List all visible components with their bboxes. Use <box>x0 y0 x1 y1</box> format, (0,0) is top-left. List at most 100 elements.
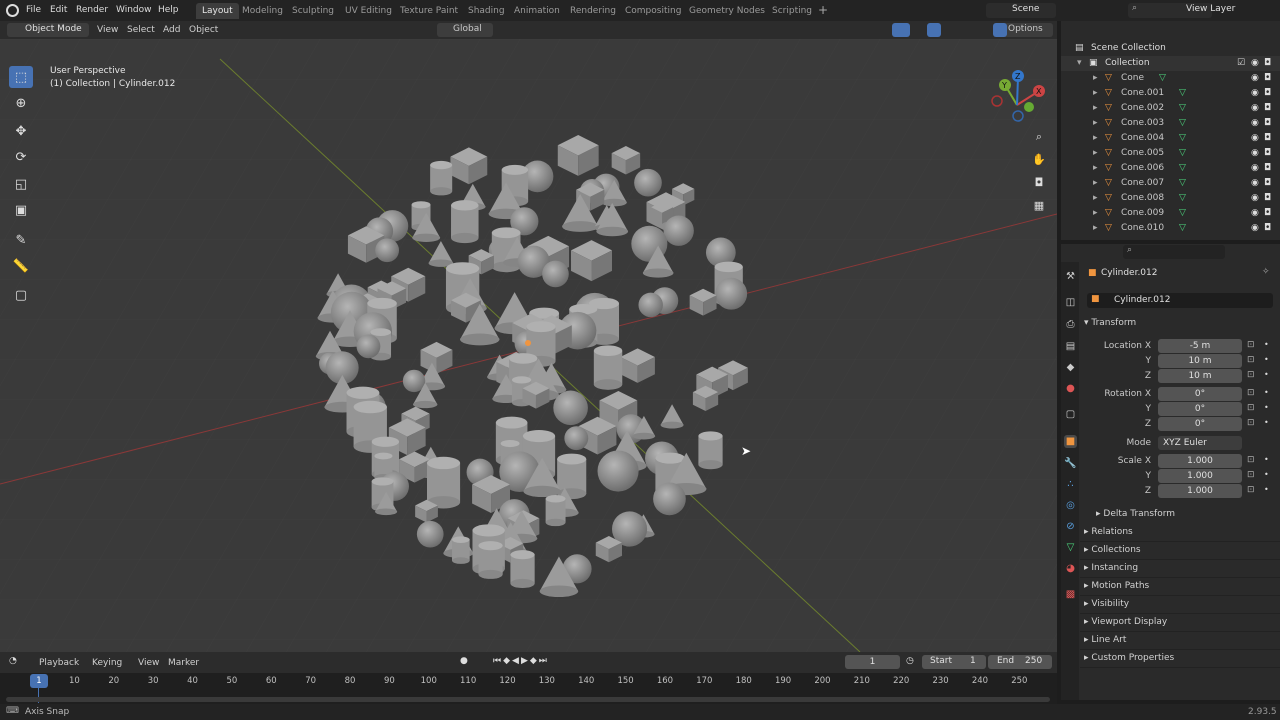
cylinder-mesh[interactable] <box>545 495 566 527</box>
menu-object[interactable]: Object <box>184 23 223 37</box>
menu-select[interactable]: Select <box>122 23 160 37</box>
physics-tab-icon[interactable]: ◎ <box>1064 499 1077 512</box>
data-tab-icon[interactable]: ▽ <box>1064 541 1077 554</box>
tool-tab-icon[interactable]: ⚒ <box>1064 270 1077 283</box>
blender-logo-icon[interactable] <box>6 4 19 17</box>
visibility-eye-icon[interactable]: ◉ <box>1251 71 1259 86</box>
transform-section-header[interactable]: ▾ Transform <box>1084 318 1136 328</box>
outliner-item[interactable]: ▸ ▽ Cone.003 ▽ ◉ ◘ <box>1061 116 1280 131</box>
particles-tab-icon[interactable]: ∴ <box>1064 478 1077 491</box>
sphere-mesh[interactable] <box>653 482 686 516</box>
camera-icon[interactable]: ◘ <box>1264 206 1271 221</box>
visibility-eye-icon[interactable]: ◉ <box>1251 161 1259 176</box>
property-section-header[interactable]: ▸ Viewport Display <box>1084 617 1167 627</box>
expand-chevron-icon[interactable]: ▸ <box>1093 206 1098 221</box>
visibility-eye-icon[interactable]: ◉ <box>1251 116 1259 131</box>
start-frame-field[interactable]: Start 1 <box>922 655 986 669</box>
scene-tab-icon[interactable]: ◆ <box>1064 361 1077 374</box>
camera-icon[interactable]: ◘ <box>1264 116 1271 131</box>
expand-chevron-icon[interactable]: ▸ <box>1093 116 1098 131</box>
cursor-tool-icon[interactable]: ⊕ <box>9 92 33 114</box>
rotation-mode-dropdown[interactable]: XYZ Euler <box>1158 436 1242 450</box>
collection-tab-icon[interactable]: ▢ <box>1064 408 1077 421</box>
add-workspace-icon[interactable]: + <box>818 3 828 17</box>
select-box-tool-icon[interactable]: ⬚ <box>9 66 33 88</box>
menu-timeline-view[interactable]: View <box>133 656 164 670</box>
menu-file[interactable]: File <box>21 3 46 18</box>
scale-x-field[interactable]: 1.000 <box>1158 454 1242 468</box>
object-name-field[interactable]: ■ Cylinder.012 <box>1087 293 1273 308</box>
sphere-mesh[interactable] <box>663 215 694 246</box>
cylinder-mesh[interactable] <box>430 160 453 196</box>
visibility-eye-icon[interactable]: ◉ <box>1251 146 1259 161</box>
property-section-header[interactable]: ▸ Visibility <box>1084 599 1129 609</box>
expand-chevron-icon[interactable]: ▸ <box>1093 131 1098 146</box>
keyframe-dot-icon[interactable]: • <box>1264 403 1269 412</box>
tab-sculpting[interactable]: Sculpting <box>286 3 340 19</box>
constraints-tab-icon[interactable]: ⊘ <box>1064 520 1077 533</box>
expand-chevron-icon[interactable]: ▸ <box>1093 71 1098 86</box>
tab-modeling[interactable]: Modeling <box>236 3 289 19</box>
menu-help[interactable]: Help <box>153 3 184 18</box>
keyframe-dot-icon[interactable]: • <box>1264 370 1269 379</box>
measure-tool-icon[interactable]: 📏 <box>9 255 33 277</box>
camera-icon[interactable]: ◘ <box>1264 56 1271 71</box>
camera-icon[interactable]: ◘ <box>1264 86 1271 101</box>
lock-icon[interactable]: ⊡ <box>1247 485 1255 495</box>
camera-icon[interactable]: ◘ <box>1264 131 1271 146</box>
rotation-y-field[interactable]: 0° <box>1158 402 1242 416</box>
tab-texture-paint[interactable]: Texture Paint <box>394 3 464 19</box>
expand-chevron-icon[interactable]: ▸ <box>1093 146 1098 161</box>
scene-selector[interactable]: Scene <box>986 3 1056 18</box>
lock-icon[interactable]: ⊡ <box>1247 370 1255 380</box>
mode-dropdown[interactable]: Object Mode <box>7 23 89 37</box>
scale-tool-icon[interactable]: ◱ <box>9 173 33 195</box>
lock-icon[interactable]: ⊡ <box>1247 418 1255 428</box>
tab-scripting[interactable]: Scripting <box>766 3 818 19</box>
render-tab-icon[interactable]: ◫ <box>1064 296 1077 309</box>
modifiers-tab-icon[interactable]: 🔧 <box>1064 457 1077 470</box>
pin-icon[interactable]: ✧ <box>1262 267 1270 277</box>
property-section-header[interactable]: ▸ Collections <box>1084 545 1141 555</box>
view-layer-tab-icon[interactable]: ▤ <box>1064 340 1077 353</box>
visibility-eye-icon[interactable]: ◉ <box>1251 131 1259 146</box>
lock-icon[interactable]: ⊡ <box>1247 403 1255 413</box>
lock-icon[interactable]: ⊡ <box>1247 355 1255 365</box>
outliner-item[interactable]: ▸ ▽ Cone.004 ▽ ◉ ◘ <box>1061 131 1280 146</box>
visibility-eye-icon[interactable]: ◉ <box>1251 221 1259 236</box>
playback-controls-icon[interactable]: ⏮◆◀▶◆⏭ <box>493 656 549 666</box>
object-tab-icon[interactable]: ■ <box>1064 435 1077 448</box>
menu-keying[interactable]: Keying <box>87 656 127 670</box>
camera-icon[interactable]: ◘ <box>1264 176 1271 191</box>
property-section-header[interactable]: ▸ Relations <box>1084 527 1133 537</box>
zoom-icon[interactable]: ⌕ <box>1030 128 1048 146</box>
cylinder-mesh[interactable] <box>698 431 723 470</box>
menu-render[interactable]: Render <box>71 3 113 18</box>
camera-icon[interactable]: ◘ <box>1264 161 1271 176</box>
outliner-item[interactable]: ▸ ▽ Cone.009 ▽ ◉ ◘ <box>1061 206 1280 221</box>
visibility-eye-icon[interactable]: ◉ <box>1251 191 1259 206</box>
keyframe-dot-icon[interactable]: • <box>1264 388 1269 397</box>
cylinder-mesh[interactable] <box>510 550 535 589</box>
tab-geometry-nodes[interactable]: Geometry Nodes <box>683 3 771 19</box>
outliner-item[interactable]: ▸ ▽ Cone.007 ▽ ◉ ◘ <box>1061 176 1280 191</box>
outliner-item[interactable]: ▸ ▽ Cone.008 ▽ ◉ ◘ <box>1061 191 1280 206</box>
cylinder-mesh[interactable] <box>451 200 479 244</box>
sphere-mesh[interactable] <box>542 260 569 288</box>
property-section-header[interactable]: ▸ Instancing <box>1084 563 1138 573</box>
expand-chevron-icon[interactable]: ▸ <box>1093 86 1098 101</box>
outliner-collection[interactable]: ▾ ▣ Collection ☑ ◉ ◘ <box>1061 56 1280 71</box>
tab-uv-editing[interactable]: UV Editing <box>339 3 398 19</box>
3d-viewport[interactable]: ⬚ ⊕ ✥ ⟳ ◱ ▣ ✎ 📏 ▢ User Perspective (1) C… <box>0 39 1057 652</box>
keyframe-dot-icon[interactable]: • <box>1264 355 1269 364</box>
delta-transform-header[interactable]: ▸ Delta Transform <box>1096 509 1175 519</box>
camera-icon[interactable]: ◘ <box>1264 191 1271 206</box>
options-dropdown[interactable]: Options <box>1003 23 1053 37</box>
outliner-item[interactable]: ▸ ▽ Cone.010 ▽ ◉ ◘ <box>1061 221 1280 236</box>
menu-add[interactable]: Add <box>158 23 185 37</box>
record-icon[interactable]: ● <box>460 656 468 666</box>
properties-search-input[interactable]: ⌕ <box>1123 245 1225 259</box>
menu-edit[interactable]: Edit <box>45 3 72 18</box>
sphere-mesh[interactable] <box>564 426 589 451</box>
ortho-grid-icon[interactable]: ▦ <box>1030 196 1048 214</box>
